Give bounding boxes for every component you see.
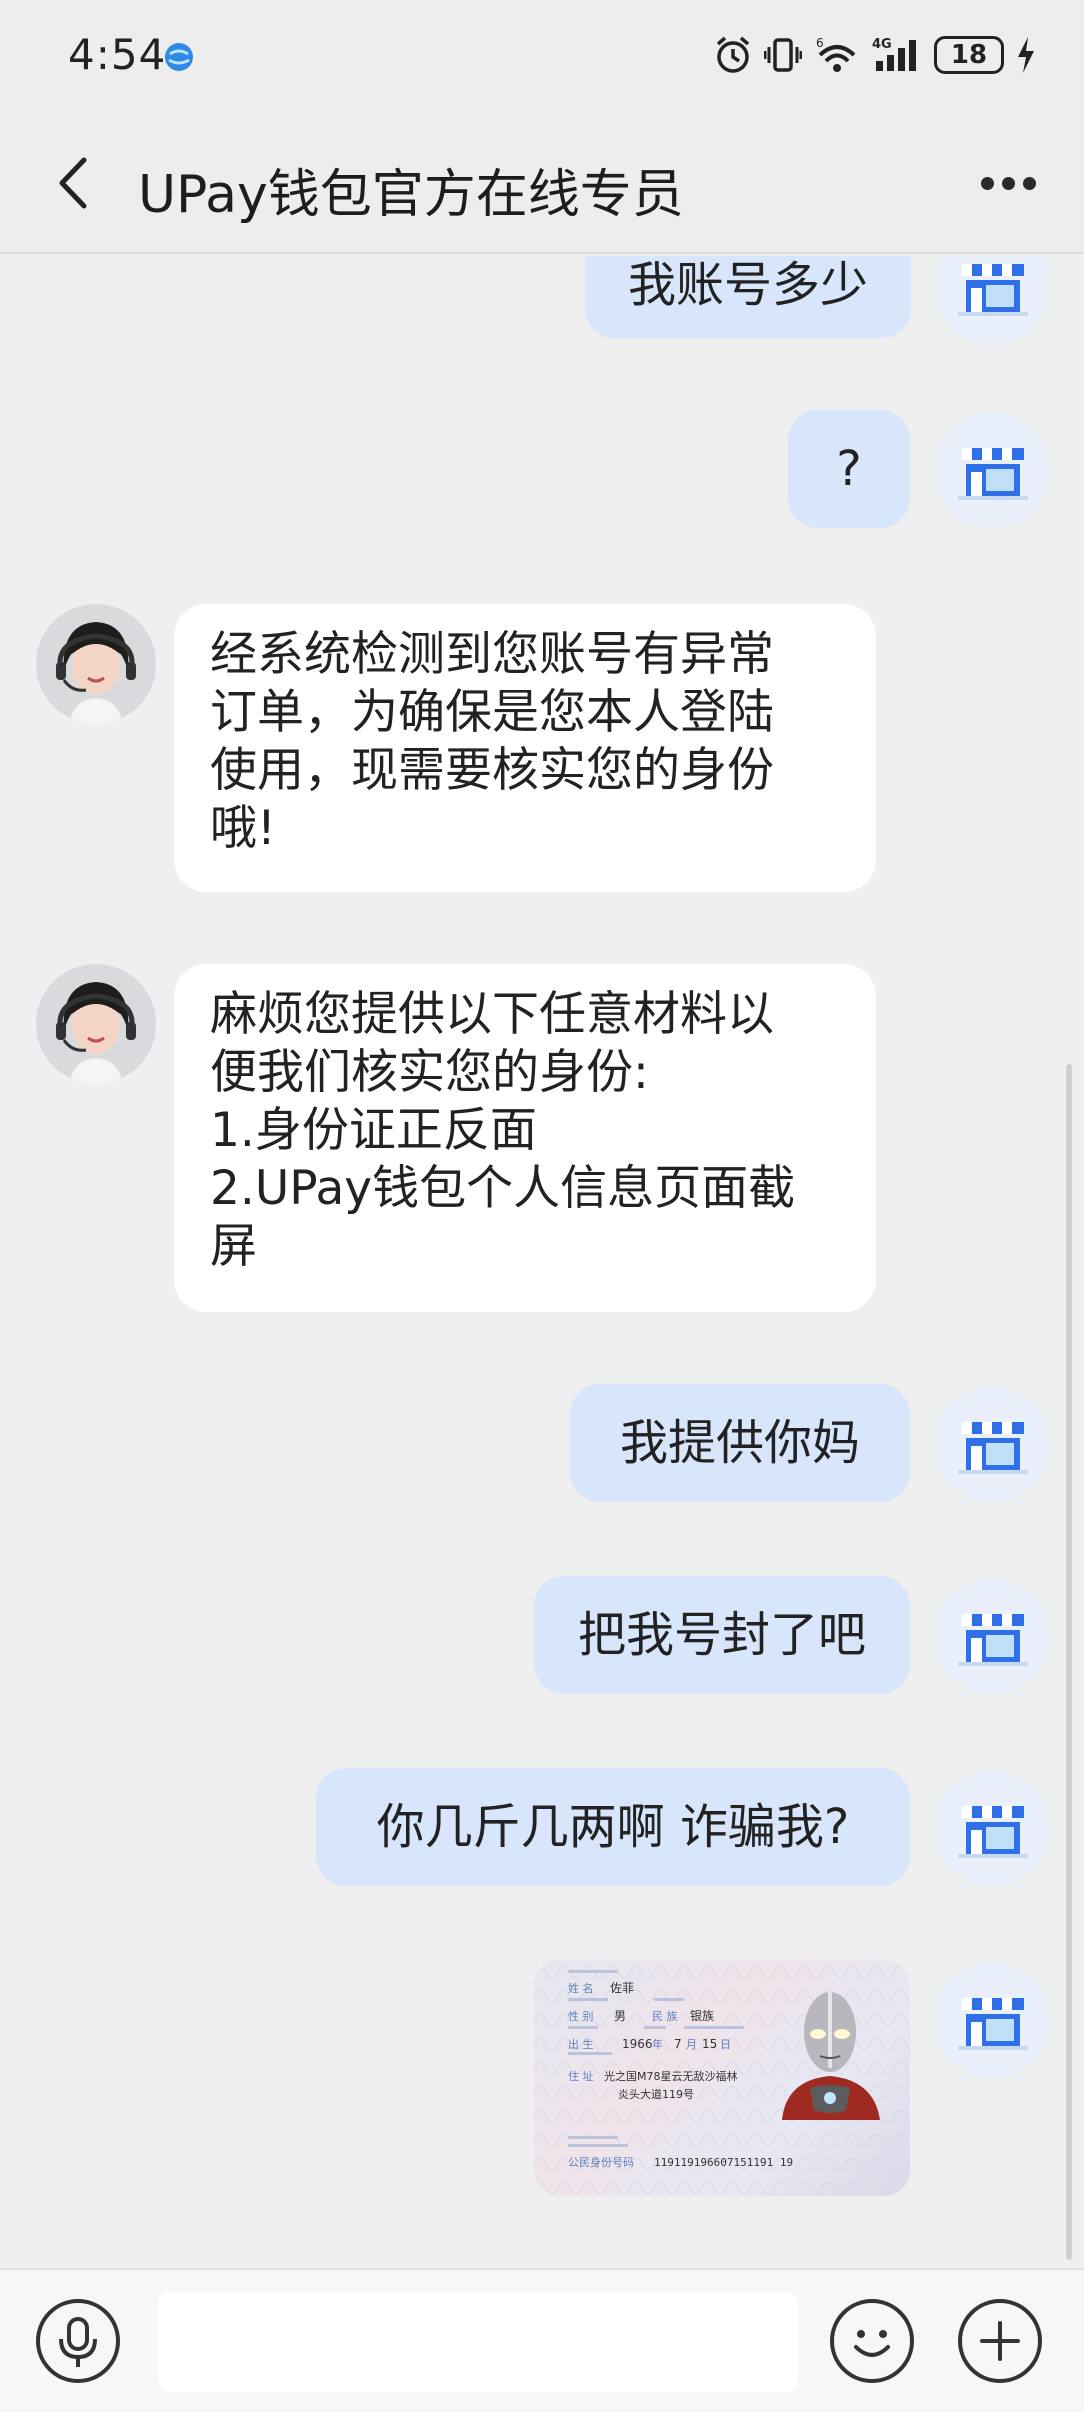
chevron-left-icon — [59, 157, 87, 209]
id-name: 佐菲 — [610, 1981, 634, 1995]
message-text: 我账号多少 — [627, 257, 868, 313]
store-icon — [958, 1998, 1028, 2050]
message-line: 2.UPay钱包个人信息页面截 — [210, 1161, 796, 1216]
store-avatar[interactable] — [934, 1578, 1050, 1694]
id-sex: 男 — [614, 2009, 626, 2023]
outgoing-message[interactable]: 把我号封了吧 — [534, 1576, 910, 1694]
emoji-icon — [854, 2330, 890, 2357]
id-birth-month: 7 — [674, 2037, 682, 2051]
message-text: ? — [836, 441, 862, 497]
cell-signal-icon: 4G — [872, 37, 916, 71]
id-card-image: 姓 名 佐菲 性 别 男 民 族 银族 出 生 1966 年 7 月 15 日 … — [534, 1960, 910, 2196]
back-button[interactable] — [40, 148, 110, 218]
outgoing-message[interactable]: ? — [788, 410, 910, 528]
store-icon — [958, 1806, 1028, 1858]
agent-photo — [36, 964, 156, 1084]
status-time: 4:54 — [68, 30, 167, 79]
outgoing-message[interactable]: 我提供你妈 — [570, 1384, 910, 1502]
more-dot — [1001, 176, 1015, 190]
store-icon — [958, 1422, 1028, 1474]
more-button[interactable] — [968, 158, 1048, 208]
alarm-icon — [716, 36, 750, 73]
id-address-line1: 光之国M78星云无敌沙福林 — [604, 2069, 738, 2083]
agent-photo — [36, 604, 156, 724]
message-text: 把我号封了吧 — [577, 1607, 866, 1663]
browser-notification-icon — [165, 43, 193, 71]
emoji-button[interactable] — [830, 2299, 914, 2383]
id-birth-day: 15 — [702, 2037, 717, 2051]
message-text: 你几斤几两啊 诈骗我? — [376, 1799, 850, 1855]
store-icon — [958, 264, 1028, 316]
message-line: 使用，现需要核实您的身份 — [210, 743, 774, 798]
message-input[interactable] — [158, 2292, 798, 2392]
agent-avatar[interactable] — [36, 604, 156, 724]
store-avatar[interactable] — [934, 1770, 1050, 1886]
add-button[interactable] — [958, 2299, 1042, 2383]
microphone-icon — [59, 2317, 97, 2367]
id-sex-label: 性 别 — [568, 2009, 594, 2023]
message-line: 便我们核实您的身份: — [210, 1045, 649, 1100]
message-list[interactable]: 我账号多少 ? 经系统检测到您账号有异常 订单，为确保是您本人登陆 使用，现需要… — [0, 256, 1084, 2252]
more-dot — [1022, 176, 1036, 190]
incoming-message[interactable]: 麻烦您提供以下任意材料以 便我们核实您的身份: 1.身份证正反面 2.UPay钱… — [174, 964, 876, 1312]
message-line: 经系统检测到您账号有异常 — [210, 627, 774, 682]
status-bar: 4:54 6 4G 18 — [0, 0, 1084, 112]
message-line: 1.身份证正反面 — [210, 1103, 537, 1158]
battery-level: 18 — [950, 40, 988, 70]
outgoing-message[interactable]: 我账号多少 — [585, 256, 911, 338]
id-year-char: 年 — [652, 2037, 663, 2051]
input-bar — [0, 2268, 1084, 2412]
message-line: 麻烦您提供以下任意材料以 — [210, 987, 774, 1042]
plus-icon — [980, 2321, 1020, 2361]
incoming-message[interactable]: 经系统检测到您账号有异常 订单，为确保是您本人登陆 使用，现需要核实您的身份 哦… — [174, 604, 876, 892]
store-icon — [958, 448, 1028, 500]
chat-header: UPay钱包官方在线专员 — [0, 112, 1084, 254]
id-ethnic: 银族 — [690, 2009, 714, 2023]
charging-icon — [1018, 37, 1034, 73]
scrollbar[interactable] — [1066, 1064, 1072, 2260]
id-address-label: 住 址 — [568, 2069, 594, 2083]
outgoing-message[interactable]: 你几斤几两啊 诈骗我? — [316, 1768, 910, 1886]
id-day-char: 日 — [720, 2038, 731, 2051]
voice-button[interactable] — [36, 2299, 120, 2383]
message-line: 屏 — [210, 1219, 257, 1274]
store-avatar[interactable] — [934, 412, 1050, 528]
chat-title: UPay钱包官方在线专员 — [138, 165, 684, 225]
store-avatar[interactable] — [934, 1386, 1050, 1502]
message-line: 哦! — [210, 801, 276, 856]
store-avatar[interactable] — [934, 256, 1050, 344]
id-month-char: 月 — [686, 2038, 697, 2051]
svg-text:6: 6 — [816, 36, 824, 50]
battery-indicator: 18 — [934, 36, 1004, 74]
store-avatar[interactable] — [934, 1962, 1050, 2078]
store-icon — [958, 1614, 1028, 1666]
message-text: 我提供你妈 — [619, 1415, 860, 1471]
id-birth-year: 1966 — [622, 2037, 653, 2051]
id-address-line2: 炎头大道119号 — [618, 2087, 694, 2101]
id-birth-label: 出 生 — [568, 2037, 594, 2051]
wifi-icon: 6 — [816, 36, 856, 72]
image-message[interactable]: 姓 名 佐菲 性 别 男 民 族 银族 出 生 1966 年 7 月 15 日 … — [534, 1960, 910, 2196]
more-dots-icon — [980, 176, 994, 190]
id-number: 119119196607151191 19 — [654, 2156, 793, 2169]
message-line: 订单，为确保是您本人登陆 — [210, 685, 774, 740]
id-number-label: 公民身份号码 — [568, 2155, 634, 2169]
vibrate-icon — [764, 38, 802, 72]
agent-avatar[interactable] — [36, 964, 156, 1084]
status-icons: 6 4G 18 — [714, 30, 1036, 80]
id-ethnic-label: 民 族 — [652, 2009, 678, 2023]
id-name-label: 姓 名 — [568, 1981, 594, 1995]
network-type-label: 4G — [872, 37, 892, 52]
